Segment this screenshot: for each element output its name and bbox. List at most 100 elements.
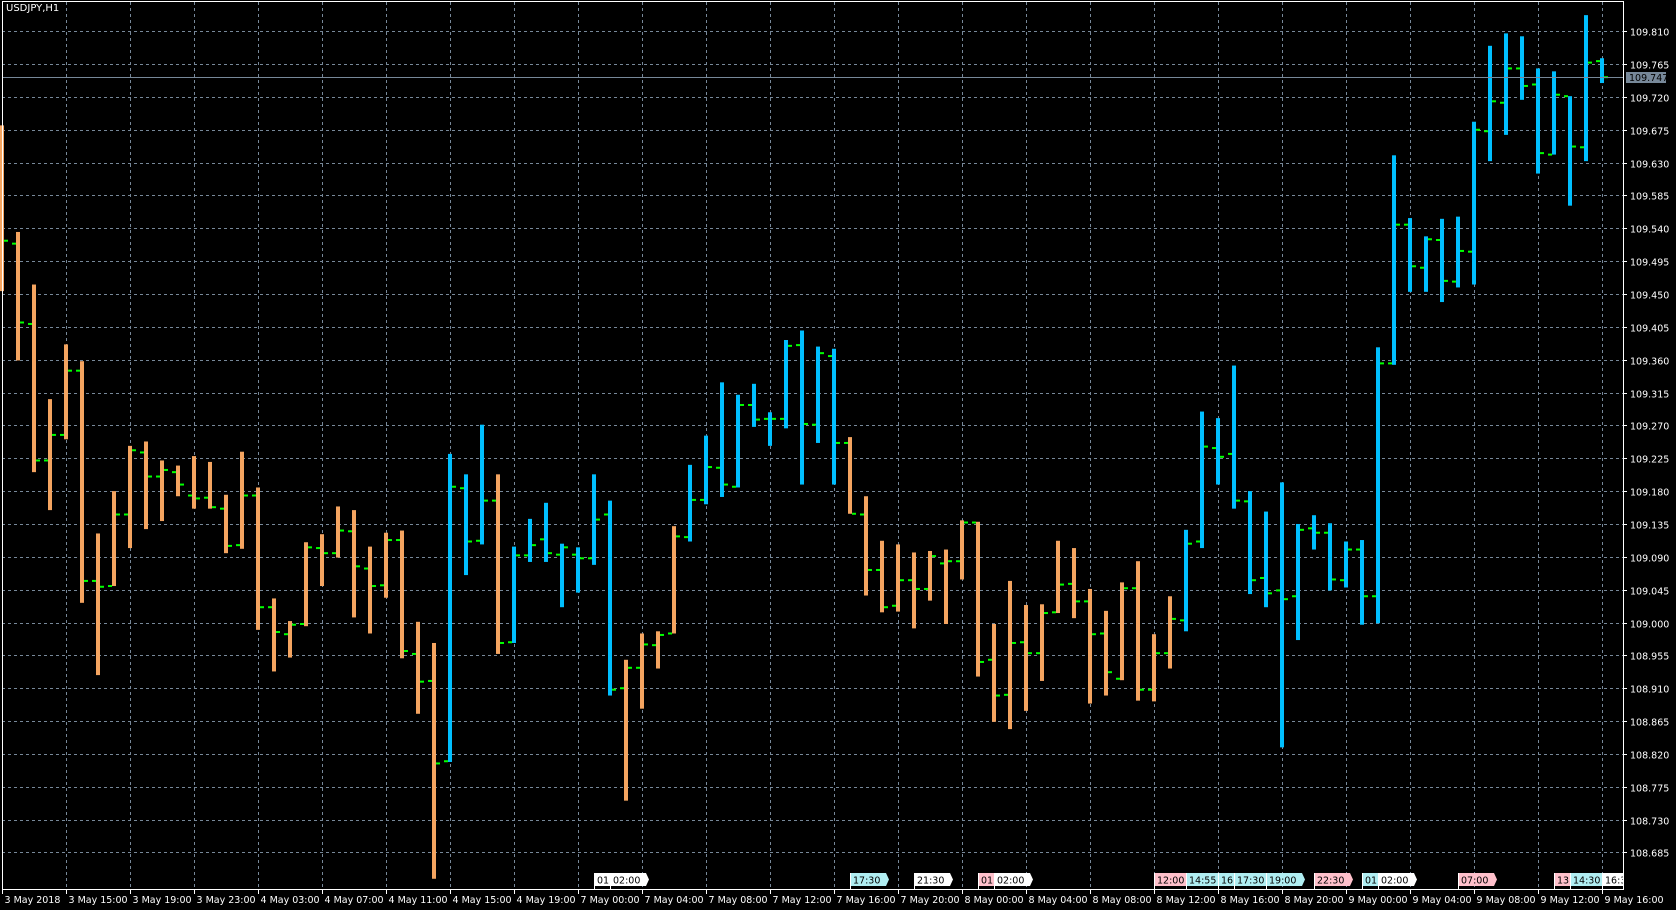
bar-range <box>48 399 52 511</box>
bar-range <box>1504 33 1508 135</box>
bar-range <box>432 642 436 879</box>
open-tick <box>572 553 576 556</box>
close-tick <box>660 633 664 636</box>
open-tick <box>1308 527 1312 530</box>
open-tick <box>700 498 704 501</box>
open-tick <box>588 557 592 560</box>
bar-range <box>960 520 964 580</box>
open-tick <box>380 584 384 587</box>
bar-range <box>944 549 948 624</box>
close-tick <box>948 560 952 563</box>
close-tick <box>644 643 648 646</box>
bar-range <box>576 547 580 593</box>
bar-range <box>1408 218 1412 292</box>
bar-range <box>1600 58 1604 84</box>
close-tick <box>1524 84 1528 87</box>
y-tick-label: 109.180 <box>1630 488 1669 499</box>
bar-range <box>1168 596 1172 669</box>
open-tick <box>988 658 992 661</box>
bar-range <box>1440 218 1444 303</box>
open-tick <box>492 499 496 502</box>
close-tick <box>1140 688 1144 691</box>
open-tick <box>476 539 480 542</box>
bar-range <box>1424 236 1428 292</box>
bar-range <box>704 435 708 505</box>
close-tick <box>628 666 632 669</box>
bar-range <box>800 330 804 485</box>
bar-range <box>896 544 900 612</box>
open-tick <box>28 322 32 325</box>
open-tick <box>204 496 208 499</box>
close-tick <box>756 418 760 421</box>
bar-range <box>1072 548 1076 619</box>
bar-range <box>80 361 84 603</box>
open-tick <box>684 536 688 539</box>
close-tick <box>1092 633 1096 636</box>
y-tick-label: 108.910 <box>1630 685 1669 696</box>
close-tick <box>388 539 392 542</box>
price-chart[interactable]: 109.747 01: 02:00 17:30 21:30 01: 02:00 12:00 1… <box>0 0 1676 910</box>
bar-range <box>96 533 100 676</box>
close-tick <box>676 535 680 538</box>
open-tick <box>1500 101 1504 104</box>
open-tick <box>236 544 240 547</box>
x-tick-label: 9 May 00:00 <box>1349 895 1408 906</box>
open-tick <box>812 423 816 426</box>
bar-range <box>784 340 788 429</box>
y-tick-label: 109.450 <box>1630 291 1669 302</box>
bar-range <box>112 491 116 587</box>
bar-range <box>848 437 852 514</box>
flag-label: 02:00 <box>997 876 1024 887</box>
open-tick <box>364 567 368 570</box>
flag-label: 07:00 <box>1461 876 1488 887</box>
close-tick <box>1508 67 1512 70</box>
open-tick <box>252 494 256 497</box>
bar-range <box>256 487 260 630</box>
bar-range <box>1392 155 1396 365</box>
bar-range <box>1360 540 1364 625</box>
open-tick <box>828 355 832 358</box>
close-tick <box>964 521 968 524</box>
bar-range <box>1264 511 1268 608</box>
chart-background <box>0 0 1676 910</box>
close-tick <box>52 433 56 436</box>
close-tick <box>308 546 312 549</box>
open-tick <box>1468 250 1472 253</box>
open-tick <box>1148 688 1152 691</box>
open-tick <box>1244 500 1248 503</box>
open-tick <box>396 539 400 542</box>
x-tick-label: 8 May 16:00 <box>1221 895 1280 906</box>
x-tick-label: 4 May 19:00 <box>517 895 576 906</box>
close-tick <box>68 369 72 372</box>
close-tick <box>868 568 872 571</box>
open-tick <box>1116 677 1120 680</box>
bar-range <box>1120 582 1124 681</box>
y-tick-label: 109.540 <box>1630 225 1669 236</box>
open-tick <box>1372 595 1376 598</box>
close-tick <box>436 762 440 765</box>
x-tick-label: 7 May 04:00 <box>645 895 704 906</box>
open-tick <box>1452 280 1456 283</box>
y-tick-label: 109.810 <box>1630 28 1669 39</box>
close-tick <box>708 466 712 469</box>
y-tick-label: 108.820 <box>1630 751 1669 762</box>
close-tick <box>1236 499 1240 502</box>
close-tick <box>1012 641 1016 644</box>
close-tick <box>148 475 152 478</box>
open-tick <box>780 417 784 420</box>
close-tick <box>468 540 472 543</box>
open-tick <box>940 562 944 565</box>
open-tick <box>1292 595 1296 598</box>
open-tick <box>156 475 160 478</box>
bar-range <box>496 474 500 654</box>
y-tick-label: 109.360 <box>1630 357 1669 368</box>
close-tick <box>1188 542 1192 545</box>
open-tick <box>620 687 624 690</box>
close-tick <box>1460 249 1464 252</box>
bar-range <box>624 659 628 801</box>
open-tick <box>1532 83 1536 86</box>
y-tick-label: 109.495 <box>1630 258 1669 269</box>
close-tick <box>1380 362 1384 365</box>
open-tick <box>748 403 752 406</box>
bar-range <box>1520 36 1524 100</box>
